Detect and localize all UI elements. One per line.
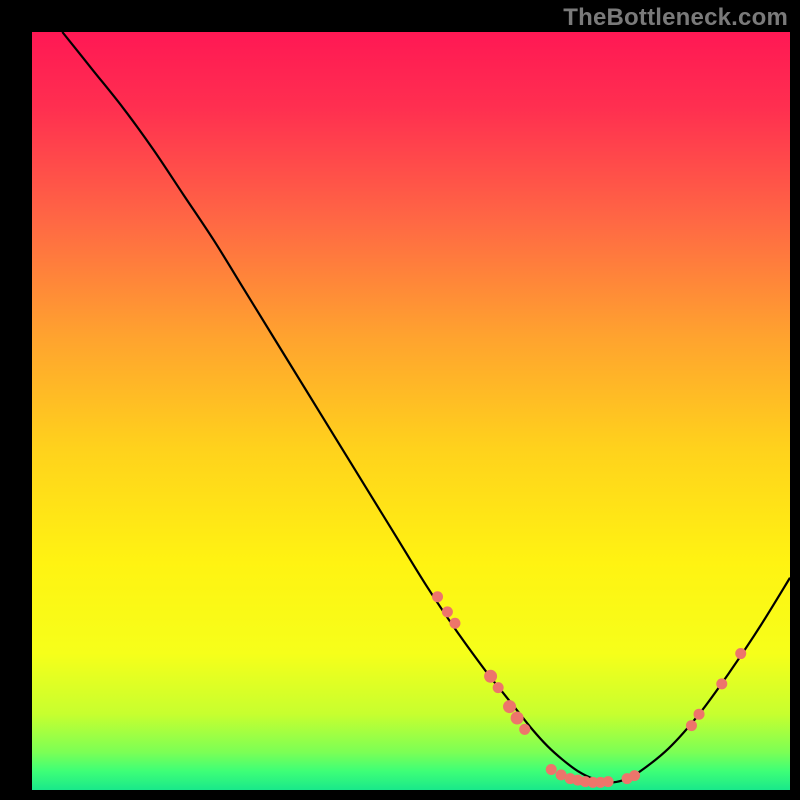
curve-marker [442,606,453,617]
curve-marker [629,770,640,781]
curve-marker [449,618,460,629]
curve-marker [716,678,727,689]
curve-marker [686,720,697,731]
curve-marker [735,648,746,659]
chart-frame: TheBottleneck.com [0,0,800,800]
curve-marker [519,724,530,735]
curve-marker [603,776,614,787]
curve-marker [503,700,516,713]
curve-marker [546,764,557,775]
curve-marker [432,591,443,602]
curve-marker [484,670,497,683]
curve-marker [511,711,524,724]
plot-background [32,32,790,790]
curve-marker [493,682,504,693]
curve-marker [694,709,705,720]
chart-svg [0,0,800,800]
watermark-text: TheBottleneck.com [563,4,788,32]
